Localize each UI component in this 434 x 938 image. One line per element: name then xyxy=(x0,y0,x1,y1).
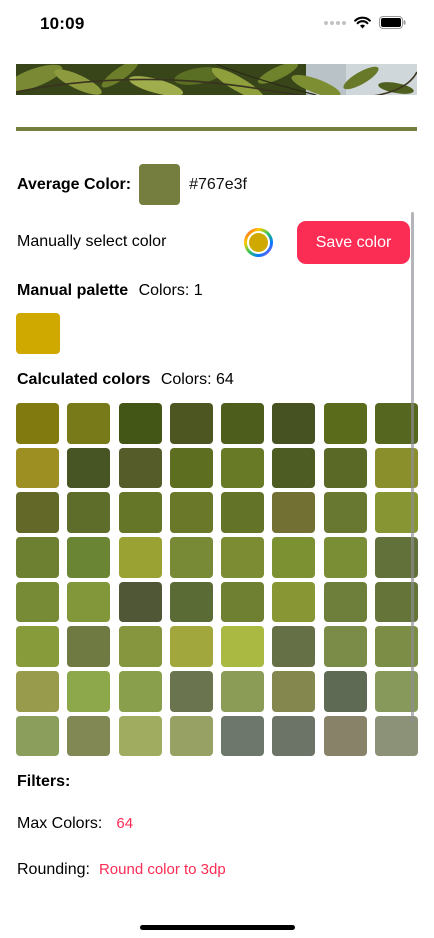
calculated-color-swatch[interactable] xyxy=(169,671,213,712)
calculated-color-swatch[interactable] xyxy=(323,715,367,756)
calculated-color-swatch[interactable] xyxy=(272,581,316,623)
average-color-hex: #767e3f xyxy=(189,175,247,193)
manual-palette-count: Colors: 1 xyxy=(138,282,203,299)
calculated-color-swatch[interactable] xyxy=(221,447,265,489)
scroll-indicator[interactable] xyxy=(411,212,414,723)
calculated-color-swatch[interactable] xyxy=(16,671,59,712)
signal-dots-icon xyxy=(324,20,346,25)
calculated-color-swatch[interactable] xyxy=(118,537,162,578)
wifi-icon xyxy=(354,16,371,29)
calculated-color-swatch[interactable] xyxy=(323,403,367,444)
calculated-colors-count: Colors: 64 xyxy=(160,371,234,388)
home-indicator xyxy=(140,925,295,930)
calculated-color-swatch[interactable] xyxy=(169,581,213,623)
calculated-color-swatch[interactable] xyxy=(67,492,111,533)
manual-palette-label: Manual palette xyxy=(17,282,129,299)
average-color-label: Average Color: xyxy=(17,175,132,193)
battery-icon xyxy=(379,16,406,29)
calculated-color-swatch[interactable] xyxy=(118,403,162,444)
calculated-color-swatch[interactable] xyxy=(272,715,316,756)
calculated-color-swatch[interactable] xyxy=(323,671,367,712)
manual-select-row: Manually select color Save color xyxy=(17,221,411,264)
calculated-color-swatch[interactable] xyxy=(67,671,111,712)
calculated-color-swatch[interactable] xyxy=(118,715,162,756)
calculated-color-swatch[interactable] xyxy=(16,715,59,756)
calculated-color-swatch[interactable] xyxy=(169,492,213,533)
calculated-color-swatch[interactable] xyxy=(16,626,59,667)
calculated-color-swatch[interactable] xyxy=(169,403,213,444)
calculated-color-swatch[interactable] xyxy=(67,403,111,444)
status-bar: 10:09 xyxy=(0,0,434,50)
calculated-color-swatch[interactable] xyxy=(16,581,59,623)
calculated-color-swatch[interactable] xyxy=(67,447,111,489)
calculated-color-swatch[interactable] xyxy=(16,537,59,578)
calculated-color-swatch[interactable] xyxy=(323,581,367,623)
calculated-color-swatch[interactable] xyxy=(323,626,367,667)
max-colors-row: Max Colors: 64 xyxy=(17,815,133,833)
calculated-color-swatch[interactable] xyxy=(221,626,265,667)
calculated-color-swatch[interactable] xyxy=(16,447,59,489)
source-photo xyxy=(16,64,417,95)
calculated-colors-grid xyxy=(16,403,418,756)
color-wheel-icon xyxy=(244,228,273,257)
calculated-color-swatch[interactable] xyxy=(118,626,162,667)
calculated-color-swatch[interactable] xyxy=(272,492,316,533)
calculated-color-swatch[interactable] xyxy=(272,447,316,489)
calculated-color-swatch[interactable] xyxy=(221,403,265,444)
calculated-color-swatch[interactable] xyxy=(67,537,111,578)
calculated-colors-header: Calculated colors Colors: 64 xyxy=(17,371,234,389)
calculated-colors-label: Calculated colors xyxy=(17,371,151,388)
status-time: 10:09 xyxy=(40,14,85,33)
calculated-color-swatch[interactable] xyxy=(323,537,367,578)
calculated-color-swatch[interactable] xyxy=(221,492,265,533)
calculated-color-swatch[interactable] xyxy=(16,492,59,533)
manual-palette-swatch[interactable] xyxy=(16,313,60,354)
calculated-color-swatch[interactable] xyxy=(169,626,213,667)
calculated-color-swatch[interactable] xyxy=(118,447,162,489)
color-picker-well[interactable] xyxy=(244,228,273,257)
filters-title: Filters: xyxy=(17,773,71,790)
max-colors-label: Max Colors: xyxy=(17,815,103,832)
calculated-color-swatch[interactable] xyxy=(221,581,265,623)
manual-select-label: Manually select color xyxy=(17,233,167,250)
calculated-color-swatch[interactable] xyxy=(221,671,265,712)
calculated-color-swatch[interactable] xyxy=(67,626,111,667)
manual-palette-header: Manual palette Colors: 1 xyxy=(17,282,203,300)
calculated-color-swatch[interactable] xyxy=(272,403,316,444)
average-color-swatch xyxy=(139,164,181,205)
calculated-color-swatch[interactable] xyxy=(67,715,111,756)
calculated-color-swatch[interactable] xyxy=(169,715,213,756)
rounding-label: Rounding: xyxy=(17,861,90,878)
calculated-color-swatch[interactable] xyxy=(221,537,265,578)
average-color-divider xyxy=(16,127,417,131)
average-color-row: Average Color: #767e3f xyxy=(17,164,247,205)
calculated-color-swatch[interactable] xyxy=(272,537,316,578)
calculated-color-swatch[interactable] xyxy=(323,447,367,489)
calculated-color-swatch[interactable] xyxy=(118,581,162,623)
calculated-color-swatch[interactable] xyxy=(272,626,316,667)
calculated-color-swatch[interactable] xyxy=(221,715,265,756)
calculated-color-swatch[interactable] xyxy=(169,537,213,578)
calculated-color-swatch[interactable] xyxy=(67,581,111,623)
status-icons xyxy=(324,16,406,29)
calculated-color-swatch[interactable] xyxy=(169,447,213,489)
max-colors-picker[interactable]: 64 xyxy=(116,815,133,832)
calculated-color-swatch[interactable] xyxy=(272,671,316,712)
rounding-row: Rounding: Round color to 3dp xyxy=(17,861,226,879)
calculated-color-swatch[interactable] xyxy=(118,671,162,712)
calculated-color-swatch[interactable] xyxy=(16,403,59,444)
calculated-color-swatch[interactable] xyxy=(323,492,367,533)
rounding-picker[interactable]: Round color to 3dp xyxy=(99,861,226,878)
save-color-button[interactable]: Save color xyxy=(297,221,410,264)
calculated-color-swatch[interactable] xyxy=(118,492,162,533)
